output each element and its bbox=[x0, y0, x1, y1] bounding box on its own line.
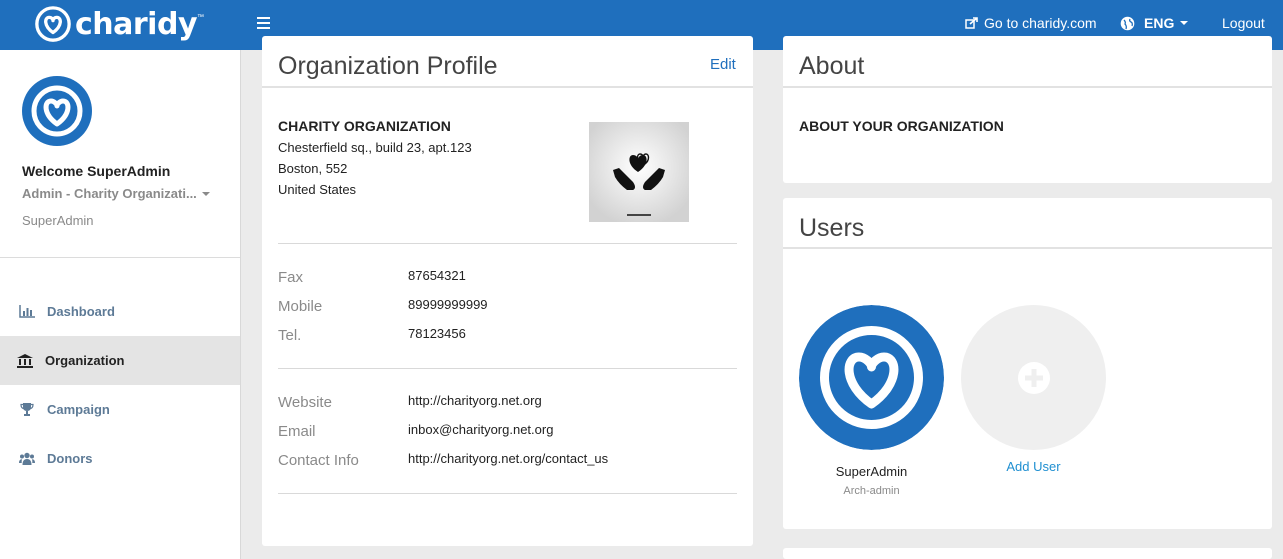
users-title: Users bbox=[799, 214, 865, 242]
users-card: Users SuperAdmin Arch-admin Add User bbox=[783, 198, 1272, 529]
charidy-logo[interactable]: charidy ™ bbox=[34, 4, 204, 44]
hamburger-icon[interactable] bbox=[257, 17, 270, 29]
globe-icon bbox=[1120, 16, 1135, 30]
add-user-button[interactable] bbox=[961, 305, 1106, 450]
language-label: ENG bbox=[1144, 15, 1175, 31]
section-divider bbox=[278, 243, 737, 244]
next-card bbox=[783, 548, 1272, 559]
add-user-tile[interactable]: Add User bbox=[961, 305, 1106, 474]
sidebar: Welcome SuperAdmin Admin - Charity Organ… bbox=[0, 50, 241, 559]
contact-info-value: http://charityorg.net.org/contact_us bbox=[408, 451, 609, 466]
sidebar-item-label: Organization bbox=[45, 353, 125, 368]
website-value: http://charityorg.net.org bbox=[408, 393, 542, 408]
website-label: Website bbox=[278, 394, 332, 411]
logout-link[interactable]: Logout bbox=[1222, 15, 1265, 31]
page-title: Organization Profile bbox=[278, 52, 498, 80]
sidebar-divider bbox=[0, 257, 240, 258]
role-dropdown[interactable]: Admin - Charity Organizati... bbox=[22, 186, 212, 201]
language-dropdown[interactable]: ENG bbox=[1120, 15, 1189, 31]
about-heading: ABOUT YOUR ORGANIZATION bbox=[799, 118, 1004, 134]
sidebar-nav: Dashboard Organization Campaign Donors bbox=[0, 287, 240, 483]
org-address-line: Chesterfield sq., build 23, apt.123 bbox=[278, 140, 472, 155]
fax-label: Fax bbox=[278, 269, 304, 286]
charidy-logo-icon bbox=[35, 6, 71, 42]
avatar bbox=[22, 76, 92, 146]
goto-label: Go to charidy.com bbox=[984, 15, 1097, 31]
edit-profile-link[interactable]: Edit bbox=[710, 56, 736, 73]
email-label: Email bbox=[278, 423, 316, 440]
card-title-rule bbox=[783, 247, 1272, 249]
chevron-down-icon bbox=[1180, 21, 1189, 25]
sidebar-item-label: Campaign bbox=[47, 402, 110, 417]
trophy-icon bbox=[19, 403, 35, 417]
section-divider bbox=[278, 368, 737, 369]
role-label: Admin - Charity Organizati... bbox=[22, 186, 197, 201]
tel-value: 78123456 bbox=[408, 326, 466, 341]
bar-chart-icon bbox=[19, 305, 35, 319]
org-name: CHARITY ORGANIZATION bbox=[278, 118, 451, 134]
about-title: About bbox=[799, 52, 865, 80]
users-icon bbox=[19, 452, 35, 466]
user-role: Arch-admin bbox=[843, 485, 900, 497]
user-card-superadmin[interactable]: SuperAdmin Arch-admin bbox=[799, 305, 944, 497]
user-name: SuperAdmin bbox=[835, 464, 908, 479]
fax-value: 87654321 bbox=[408, 268, 466, 283]
plus-circle-icon bbox=[1017, 361, 1050, 394]
email-value: inbox@charityorg.net.org bbox=[408, 422, 554, 437]
external-link-icon bbox=[965, 17, 978, 29]
add-user-link[interactable]: Add User bbox=[961, 459, 1106, 474]
section-divider bbox=[278, 493, 737, 494]
goto-charidy-link[interactable]: Go to charidy.com bbox=[965, 15, 1097, 31]
logo-text: charidy bbox=[75, 6, 198, 42]
bank-icon bbox=[17, 353, 33, 368]
card-title-rule bbox=[262, 86, 753, 88]
sidebar-item-dashboard[interactable]: Dashboard bbox=[0, 287, 240, 336]
card-title-rule bbox=[783, 86, 1272, 88]
chevron-down-icon bbox=[202, 191, 210, 196]
about-card: About ABOUT YOUR ORGANIZATION bbox=[783, 36, 1272, 183]
sidebar-item-donors[interactable]: Donors bbox=[0, 434, 240, 483]
sidebar-item-label: Donors bbox=[47, 451, 93, 466]
mobile-label: Mobile bbox=[278, 298, 323, 315]
sidebar-item-organization[interactable]: Organization bbox=[0, 336, 240, 385]
sidebar-item-campaign[interactable]: Campaign bbox=[0, 385, 240, 434]
organization-profile-card: Organization Profile Edit CHARITY ORGANI… bbox=[262, 36, 753, 546]
tel-label: Tel. bbox=[278, 327, 302, 344]
avatar bbox=[799, 305, 944, 450]
welcome-text: Welcome SuperAdmin bbox=[22, 163, 171, 179]
sidebar-item-label: Dashboard bbox=[47, 304, 115, 319]
user-name: SuperAdmin bbox=[22, 213, 94, 228]
org-address-line: Boston, 552 bbox=[278, 161, 348, 176]
contact-info-label: Contact Info bbox=[278, 452, 359, 469]
logo-trademark: ™ bbox=[197, 14, 204, 21]
organization-logo bbox=[589, 122, 689, 222]
mobile-value: 89999999999 bbox=[408, 297, 488, 312]
org-address-line: United States bbox=[278, 182, 357, 197]
